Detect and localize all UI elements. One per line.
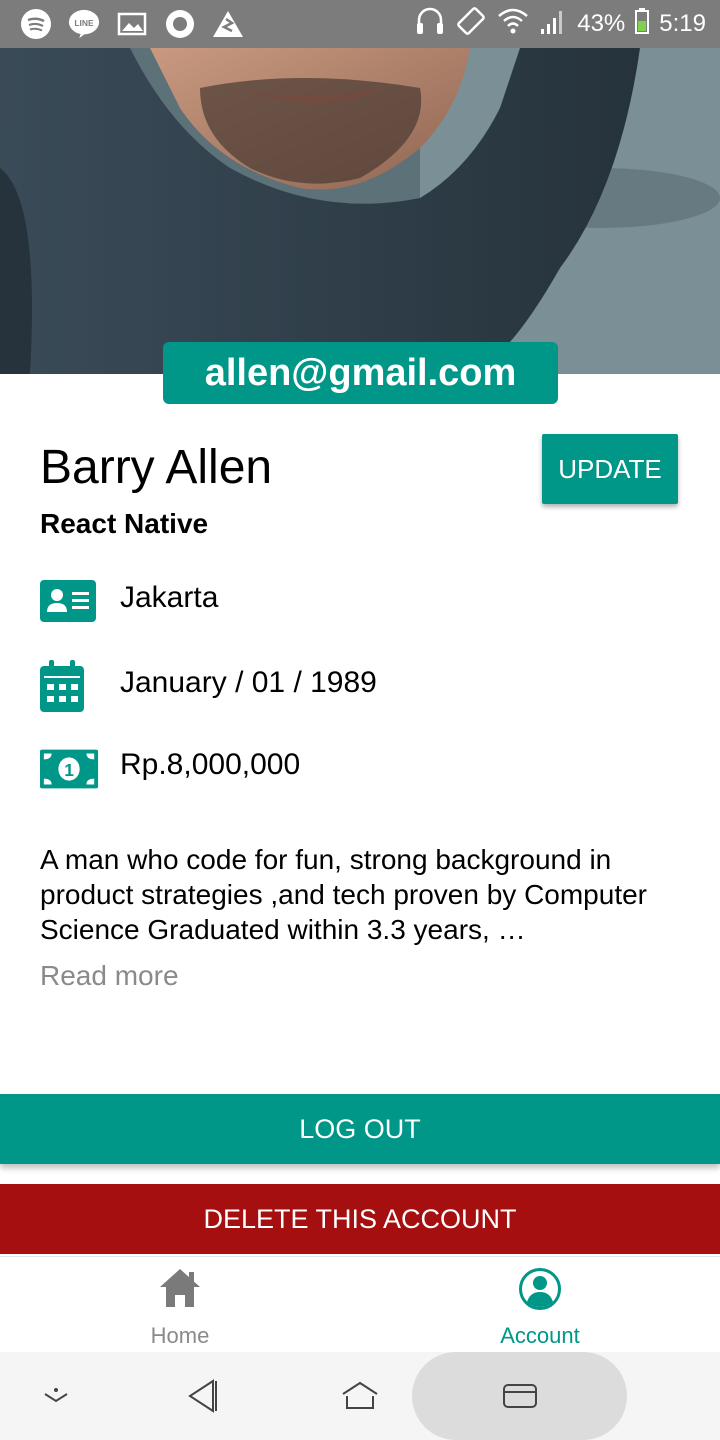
profile-bio: A man who code for fun, strong backgroun…: [40, 844, 648, 945]
warning-app-icon: [212, 8, 244, 40]
system-nav-bar: [0, 1352, 720, 1440]
info-row-salary: 1 Rp.8,000,000: [40, 744, 300, 794]
line-icon: LINE: [68, 8, 100, 40]
tab-account-label: Account: [500, 1323, 580, 1348]
profile-name: Barry Allen: [40, 441, 273, 494]
battery-percent: 43%: [577, 10, 626, 37]
info-salary-text: Rp.8,000,000: [120, 748, 301, 781]
profile-photo: [0, 48, 720, 374]
info-birthdate-text: January / 01 / 1989: [120, 666, 377, 699]
nav-recents-button[interactable]: [498, 1352, 542, 1440]
line-icon-label: LINE: [74, 18, 94, 28]
signal-icon: [539, 7, 567, 42]
home-outline-icon: [342, 1381, 378, 1409]
circle-app-icon: [164, 8, 196, 40]
nav-collapse-button[interactable]: [36, 1352, 76, 1440]
logout-button[interactable]: LOG OUT: [0, 1094, 720, 1164]
tab-account[interactable]: Account: [360, 1257, 720, 1353]
tab-home-label: Home: [150, 1323, 210, 1348]
read-more-link[interactable]: Read more: [40, 960, 179, 992]
back-icon: [188, 1379, 217, 1413]
clock: 5:19: [659, 10, 706, 37]
recents-icon: [503, 1384, 537, 1408]
calendar-icon: [40, 660, 100, 712]
nav-back-button[interactable]: [180, 1352, 224, 1440]
battery-icon: [635, 7, 650, 41]
info-row-location: Jakarta: [40, 575, 218, 627]
home-icon: [158, 1267, 200, 1309]
profile-role: React Native: [40, 508, 209, 539]
info-location-text: Jakarta: [120, 581, 219, 614]
rotate-icon: [455, 5, 487, 44]
chevron-down-icon: [44, 1388, 68, 1403]
spotify-icon: [20, 8, 52, 40]
status-bar: LINE 43% 5:19: [0, 0, 720, 48]
update-button[interactable]: UPDATE: [542, 434, 678, 504]
wifi-icon: [497, 6, 529, 43]
email-badge: allen@gmail.com: [163, 342, 558, 404]
gallery-icon: [116, 8, 148, 40]
nav-home-button[interactable]: [338, 1352, 382, 1440]
headset-icon: [415, 5, 445, 44]
account-icon: [518, 1267, 561, 1310]
info-row-birthdate: January / 01 / 1989: [40, 658, 377, 714]
delete-account-button[interactable]: DELETE THIS ACCOUNT: [0, 1184, 720, 1254]
bottom-tab-bar: Home Account: [0, 1256, 720, 1352]
svg-text:1: 1: [64, 760, 74, 780]
money-icon: 1: [40, 744, 100, 794]
tab-home[interactable]: Home: [0, 1257, 360, 1353]
id-card-icon: [40, 576, 100, 626]
